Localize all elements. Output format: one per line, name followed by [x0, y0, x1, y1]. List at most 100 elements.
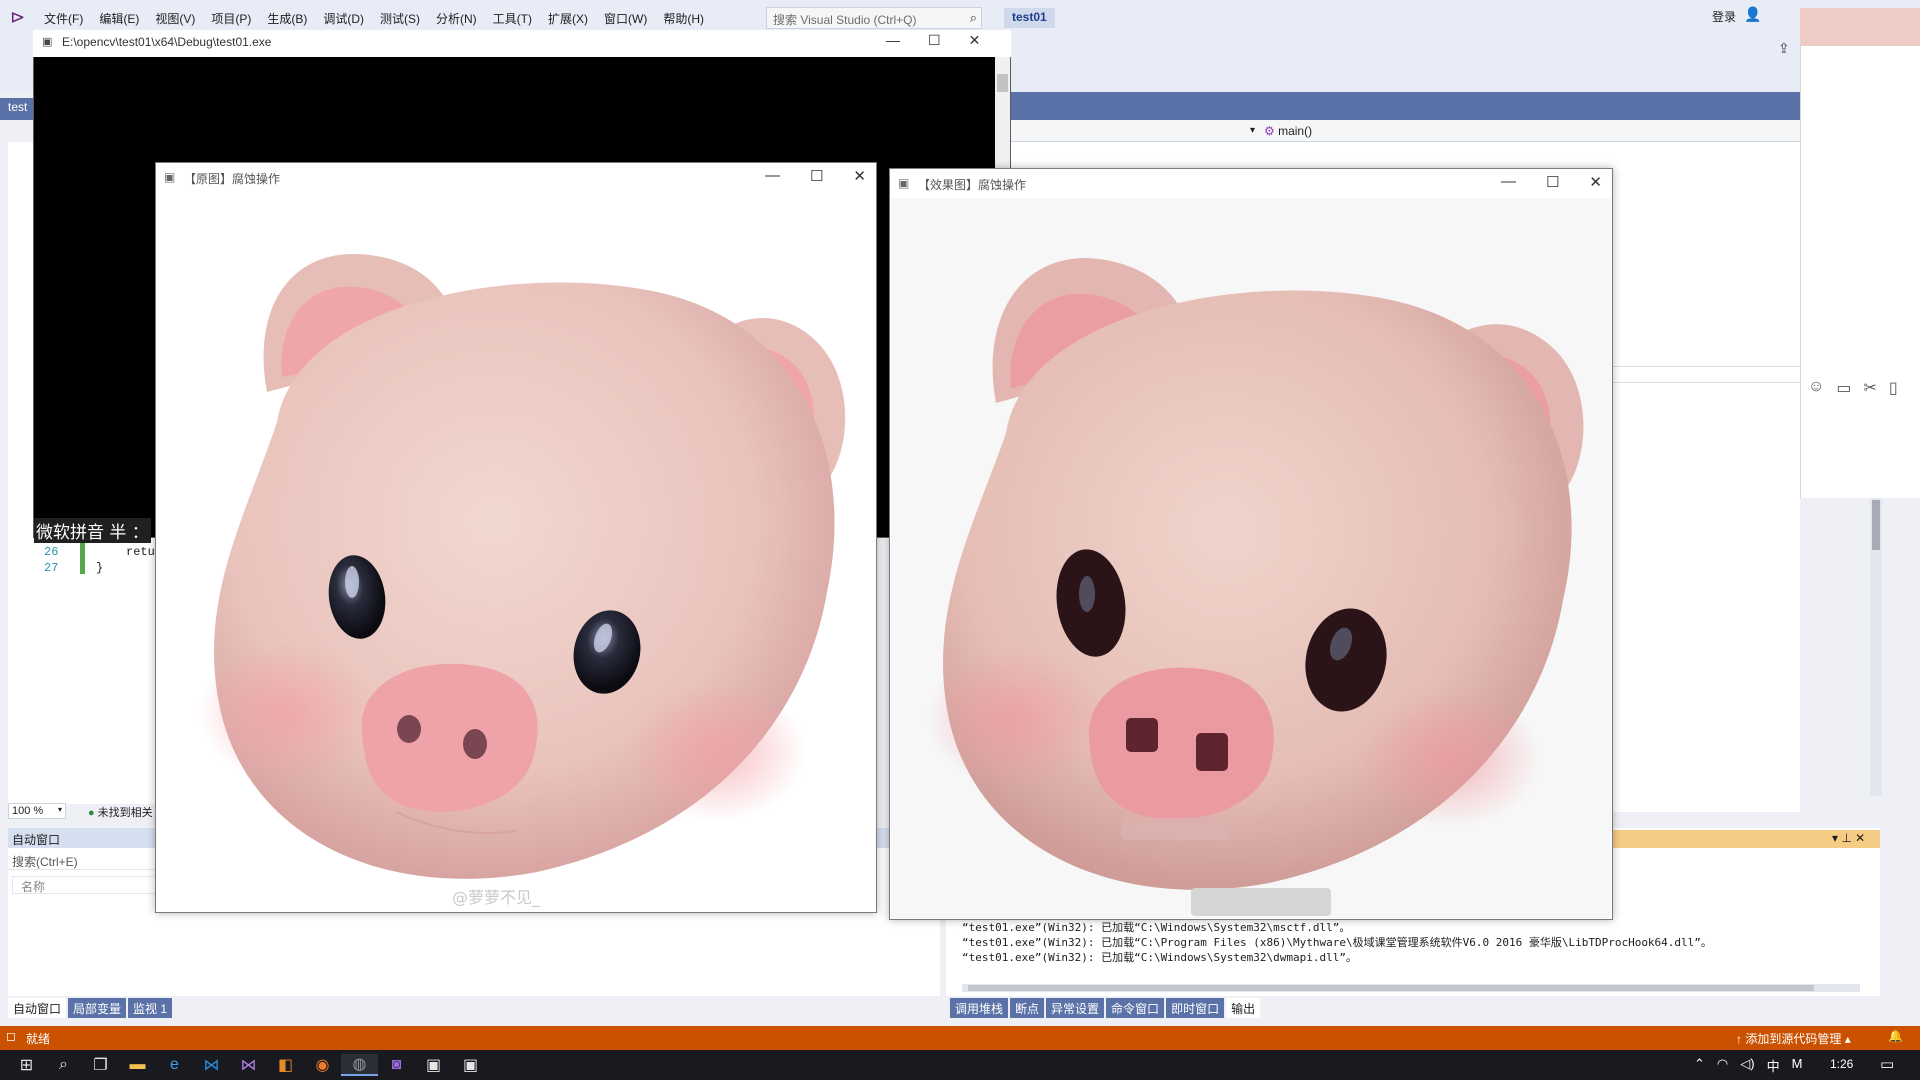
- close-icon[interactable]: ✕: [1855, 831, 1865, 845]
- bottom-tabs-left: 自动窗口 局部变量 监视 1: [8, 998, 174, 1018]
- menu-help[interactable]: 帮助(H): [663, 10, 714, 27]
- menu-debug[interactable]: 调试(D): [323, 10, 374, 27]
- search-icon[interactable]: ⌕: [45, 1054, 82, 1076]
- menu-edit[interactable]: 编辑(E): [99, 10, 149, 27]
- app-purple-icon[interactable]: ◙: [378, 1054, 415, 1076]
- console-app-icon: ▣: [42, 36, 53, 48]
- file-explorer-icon[interactable]: ▬: [119, 1054, 156, 1076]
- network-icon[interactable]: ◠: [1717, 1056, 1728, 1075]
- code-line[interactable]: retu: [126, 545, 155, 559]
- visual-studio-icon[interactable]: ⋈: [230, 1054, 267, 1076]
- close-icon[interactable]: ✕: [969, 32, 981, 49]
- minimize-icon[interactable]: —: [1501, 173, 1516, 191]
- menu-tools[interactable]: 工具(T): [493, 10, 542, 27]
- project-name-badge: test01: [1004, 8, 1055, 28]
- window-controls: — ☐ ✕: [765, 167, 866, 185]
- minimize-icon[interactable]: —: [765, 167, 780, 185]
- app-gray-icon[interactable]: ◍: [341, 1054, 378, 1076]
- scissors-icon[interactable]: ✂: [1863, 378, 1876, 398]
- zoom-value: 100 %: [12, 805, 44, 817]
- close-icon[interactable]: ✕: [1589, 173, 1602, 191]
- menu-view[interactable]: 视图(V): [155, 10, 205, 27]
- close-icon[interactable]: ✕: [853, 167, 866, 185]
- app-orange-icon[interactable]: ◧: [267, 1054, 304, 1076]
- menu-build[interactable]: 生成(B): [267, 10, 317, 27]
- ime-mode-icon[interactable]: M: [1792, 1056, 1803, 1075]
- tab-exception-settings[interactable]: 异常设置: [1046, 998, 1105, 1018]
- vs-search-input[interactable]: 搜索 Visual Studio (Ctrl+Q) ⌕: [766, 7, 982, 29]
- status-ready: 就绪: [26, 1032, 51, 1046]
- chevron-down-icon[interactable]: ▾: [1250, 125, 1255, 136]
- gif-icon[interactable]: ▭: [1836, 378, 1851, 398]
- menu-window[interactable]: 窗口(W): [604, 10, 657, 27]
- output-hscrollbar-thumb[interactable]: [968, 985, 1814, 991]
- maximize-icon[interactable]: ☐: [810, 167, 823, 185]
- output-line: “test01.exe”(Win32): 已加载“C:\Windows\Syst…: [962, 951, 1357, 964]
- notification-center-icon[interactable]: ▭: [1880, 1055, 1894, 1073]
- task-view-icon[interactable]: ❐: [82, 1054, 119, 1076]
- app-window2-icon[interactable]: ▣: [452, 1054, 489, 1076]
- chat-toolbar: ☺ ▭ ✂ ▯: [1808, 378, 1898, 398]
- editor-scrollbar-thumb[interactable]: [1872, 500, 1880, 550]
- editor-divider: [1612, 366, 1800, 367]
- share-icon[interactable]: ⇪: [1778, 40, 1790, 57]
- chevron-down-icon[interactable]: ▾: [1832, 831, 1838, 845]
- chevron-down-icon: ▾: [57, 805, 62, 814]
- emoji-icon[interactable]: ☺: [1808, 378, 1824, 398]
- zoom-select[interactable]: 100 % ▾: [8, 803, 66, 819]
- menu-test[interactable]: 测试(S): [380, 10, 430, 27]
- visual-studio-logo-icon[interactable]: ⊳: [10, 8, 32, 26]
- start-icon[interactable]: ⊞: [8, 1054, 45, 1076]
- vs-main-menu: 文件(F) 编辑(E) 视图(V) 项目(P) 生成(B) 调试(D) 测试(S…: [44, 10, 720, 27]
- menu-file[interactable]: 文件(F): [44, 10, 93, 27]
- panel-controls: ▾ ⊥ ✕: [1832, 831, 1865, 845]
- vscode-icon[interactable]: ⋈: [193, 1054, 230, 1076]
- chat-panel[interactable]: [1800, 8, 1920, 498]
- code-line[interactable]: }: [96, 561, 103, 575]
- add-to-source-control[interactable]: ↑ 添加到源代码管理 ▴: [1736, 1030, 1851, 1047]
- chat-panel-header: [1800, 8, 1920, 46]
- firefox-icon[interactable]: ◉: [304, 1054, 341, 1076]
- clock[interactable]: 1:26: [1830, 1057, 1853, 1071]
- effect-image-window[interactable]: ▣ 【效果图】腐蚀操作 — ☐ ✕: [889, 168, 1613, 920]
- menu-project[interactable]: 项目(P): [211, 10, 261, 27]
- image-canvas: [157, 192, 875, 911]
- tab-watch-1[interactable]: 监视 1: [128, 998, 173, 1018]
- tab-locals[interactable]: 局部变量: [68, 998, 127, 1018]
- console-scrollbar-thumb[interactable]: [997, 74, 1008, 92]
- chevron-up-icon[interactable]: ⌃: [1694, 1056, 1705, 1075]
- pin-icon[interactable]: ⊥: [1841, 831, 1851, 845]
- document-tab[interactable]: test: [8, 100, 27, 114]
- tab-command-window[interactable]: 命令窗口: [1106, 998, 1165, 1018]
- ime-indicator[interactable]: 中: [1767, 1056, 1780, 1075]
- login-link[interactable]: 登录: [1712, 8, 1736, 25]
- original-image-window[interactable]: ▣ 【原图】腐蚀操作 — ☐ ✕: [155, 162, 877, 913]
- window-icon[interactable]: ▯: [1889, 378, 1898, 398]
- tab-output[interactable]: 输出: [1226, 998, 1261, 1018]
- volume-icon[interactable]: ◁): [1740, 1056, 1754, 1075]
- issues-indicator[interactable]: ● 未找到相关: [88, 804, 153, 820]
- maximize-icon[interactable]: ☐: [928, 32, 941, 49]
- function-selector[interactable]: ⚙ main(): [1264, 124, 1312, 138]
- vs-statusbar: ◻ 就绪 ↑ 添加到源代码管理 ▴ 🔔: [0, 1026, 1920, 1050]
- menu-extensions[interactable]: 扩展(X): [548, 10, 598, 27]
- bottom-tabs-right: 调用堆栈 断点 异常设置 命令窗口 即时窗口 输出: [950, 998, 1262, 1018]
- window-title: 【原图】腐蚀操作: [184, 172, 281, 186]
- app-window-icon[interactable]: ▣: [415, 1054, 452, 1076]
- tab-autos[interactable]: 自动窗口: [8, 998, 67, 1018]
- image-canvas: [891, 198, 1611, 918]
- edge-icon[interactable]: e: [156, 1054, 193, 1076]
- maximize-icon[interactable]: ☐: [1546, 173, 1559, 191]
- user-icon[interactable]: 👤: [1744, 6, 1761, 23]
- check-circle-icon: ●: [88, 807, 95, 819]
- column-header-name[interactable]: 名称: [12, 876, 158, 894]
- minimize-icon[interactable]: —: [886, 32, 900, 49]
- notification-bell-icon[interactable]: 🔔: [1888, 1029, 1903, 1043]
- tab-immediate-window[interactable]: 即时窗口: [1166, 998, 1225, 1018]
- tab-breakpoints[interactable]: 断点: [1010, 998, 1045, 1018]
- navigation-bar[interactable]: [1010, 120, 1800, 142]
- auto-window-search[interactable]: 搜索(Ctrl+E): [8, 852, 158, 870]
- eroded-pig-image: [891, 198, 1611, 918]
- menu-analyze[interactable]: 分析(N): [436, 10, 487, 27]
- tab-call-stack[interactable]: 调用堆栈: [950, 998, 1009, 1018]
